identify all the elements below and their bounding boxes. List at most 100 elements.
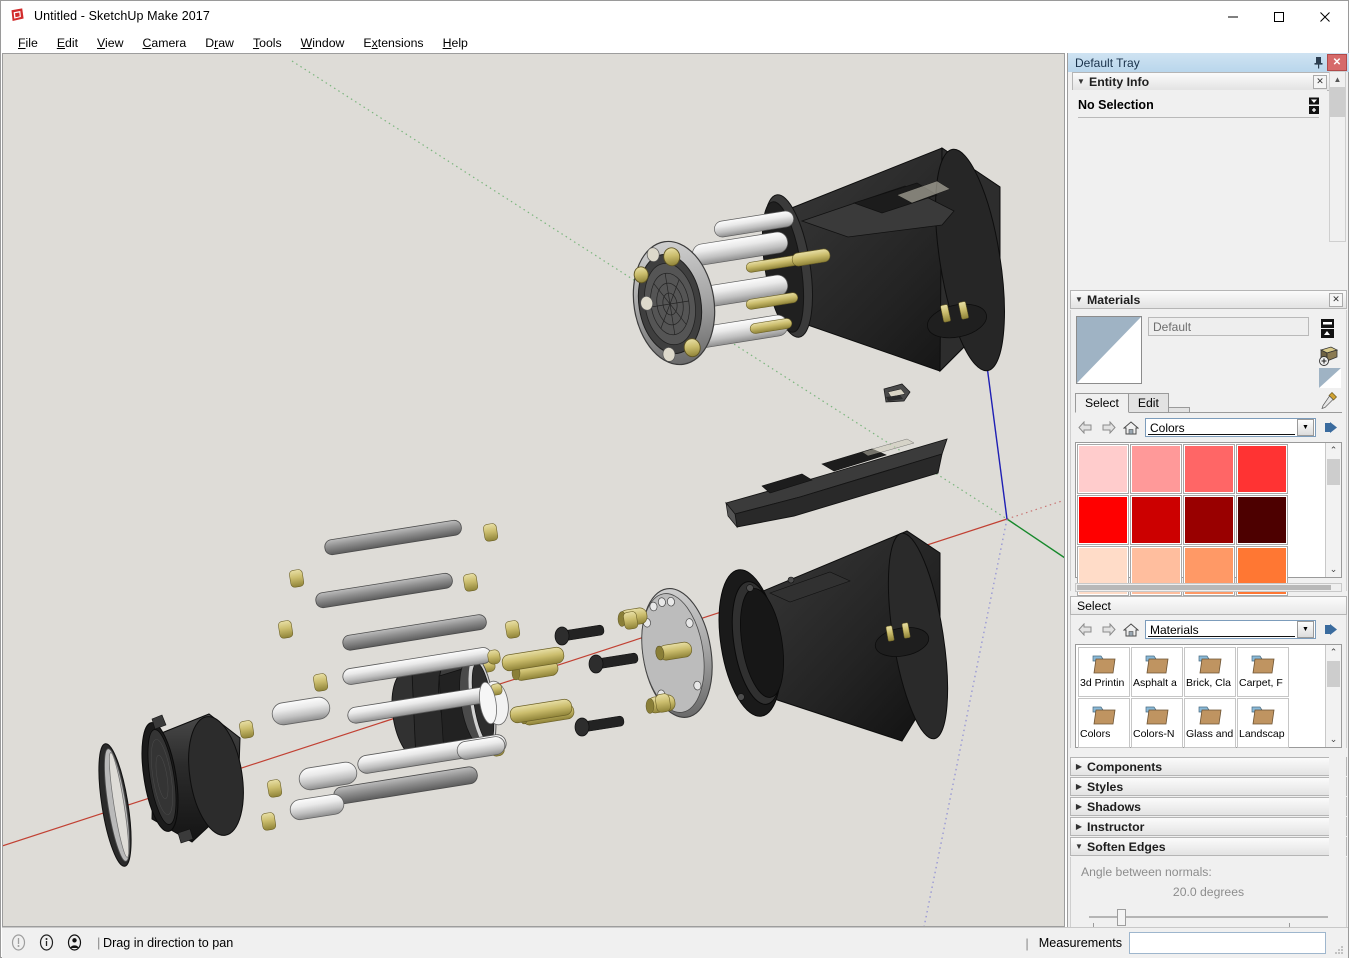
material-name-field[interactable]: Default [1148, 317, 1309, 336]
color-swatch-grid[interactable]: ⌃ ⌄ [1075, 442, 1342, 596]
select-panel-header: Select [1070, 596, 1347, 615]
panel-header-components[interactable]: ▶ Components ✕ [1070, 757, 1347, 776]
menu-tools[interactable]: Tools [244, 34, 292, 52]
folder-item[interactable]: Landscap [1237, 698, 1289, 748]
maximize-button[interactable] [1256, 1, 1302, 32]
collapse-triangle-icon[interactable]: ▼ [1073, 77, 1089, 86]
folder-label: Colors-N [1133, 728, 1175, 740]
folder-item[interactable]: Carpet, F [1237, 647, 1289, 697]
collapse-triangle-icon[interactable]: ▼ [1071, 842, 1087, 851]
chevron-down-icon[interactable]: ▼ [1297, 621, 1314, 638]
panel-title-shadows: Shadows [1087, 799, 1141, 814]
panel-header-styles[interactable]: ▶ Styles ✕ [1070, 777, 1347, 796]
menu-camera[interactable]: Camera [133, 34, 196, 52]
color-swatch[interactable] [1130, 444, 1182, 494]
default-tray: Default Tray ✕ ▼ Entity Info ✕ No Select… [1067, 53, 1349, 958]
color-swatch[interactable] [1077, 444, 1129, 494]
close-icon[interactable]: ✕ [1313, 74, 1327, 89]
back-arrow-icon[interactable] [1076, 420, 1094, 436]
home-icon[interactable] [1122, 622, 1140, 638]
chevron-down-icon[interactable]: ▼ [1297, 419, 1314, 436]
close-icon[interactable]: ✕ [1329, 292, 1343, 307]
color-swatch[interactable] [1183, 495, 1235, 545]
forward-arrow-icon[interactable] [1099, 622, 1117, 638]
color-swatch[interactable] [1130, 495, 1182, 545]
menu-draw[interactable]: Draw [196, 34, 244, 52]
home-icon[interactable] [1122, 420, 1140, 436]
material-thumbnail[interactable] [1076, 316, 1142, 384]
back-arrow-icon[interactable] [1076, 622, 1094, 638]
expand-triangle-icon[interactable]: ▶ [1071, 822, 1087, 831]
entity-info-scrollbar[interactable]: ▲ [1329, 71, 1346, 242]
panel-header-entity-info[interactable]: ▼ Entity Info ✕ [1072, 72, 1331, 91]
minimize-button[interactable] [1210, 1, 1256, 32]
close-button[interactable] [1302, 1, 1348, 32]
info-circle-icon[interactable] [38, 934, 55, 951]
scroll-down-icon[interactable]: ⌄ [1326, 732, 1341, 747]
tab-select[interactable]: Select [1075, 393, 1129, 413]
color-swatch[interactable] [1077, 495, 1129, 545]
menu-edit[interactable]: Edit [48, 34, 88, 52]
folder-item[interactable]: 3d Printin [1078, 647, 1130, 697]
panel-header-shadows[interactable]: ▶ Shadows ✕ [1070, 797, 1347, 816]
expand-triangle-icon[interactable]: ▶ [1071, 802, 1087, 811]
menu-help[interactable]: Help [434, 34, 478, 52]
expand-triangle-icon[interactable]: ▶ [1071, 782, 1087, 791]
panel-header-materials[interactable]: ▼ Materials ✕ [1070, 290, 1347, 309]
collapse-triangle-icon[interactable]: ▼ [1071, 295, 1087, 304]
display-secondary-selection-icon[interactable] [1317, 318, 1339, 340]
panel-title-components: Components [1087, 759, 1163, 774]
materials-current: Default [1071, 310, 1346, 388]
materials-panel: ▼ Materials ✕ Default Select Edit Colors… [1068, 290, 1349, 596]
folder-label: Carpet, F [1239, 677, 1283, 689]
folder-item[interactable]: Asphalt a [1131, 647, 1183, 697]
pin-icon[interactable] [1309, 54, 1327, 71]
title-bar: Untitled - SketchUp Make 2017 [1, 1, 1348, 32]
measurements-input[interactable] [1129, 932, 1326, 954]
swatch-scrollbar[interactable]: ⌃ ⌄ [1325, 443, 1341, 577]
menu-extensions[interactable]: Extensions [354, 34, 433, 52]
window-title: Untitled - SketchUp Make 2017 [34, 8, 210, 23]
folder-grid[interactable]: 3d Printin Asphalt a Brick, Cla Carpet, … [1075, 644, 1342, 748]
scrollbar-thumb[interactable] [1077, 585, 1332, 590]
color-swatch[interactable] [1236, 495, 1288, 545]
sketchup-logo-icon [9, 7, 26, 24]
color-swatch[interactable] [1183, 444, 1235, 494]
scroll-up-icon[interactable]: ⌃ [1326, 645, 1341, 660]
swatch-horizontal-scrollbar[interactable] [1075, 583, 1342, 592]
folder-item[interactable]: Brick, Cla [1184, 647, 1236, 697]
materials-library-dropdown[interactable]: Colors ▼ [1145, 418, 1316, 437]
person-circle-icon[interactable] [66, 934, 83, 951]
eyedropper-icon[interactable] [1320, 391, 1338, 410]
folder-item[interactable]: Colors-N [1131, 698, 1183, 748]
scroll-up-icon[interactable]: ⌃ [1326, 443, 1341, 458]
resize-grip-icon[interactable] [1333, 944, 1344, 955]
scrollbar-thumb[interactable] [1327, 661, 1340, 687]
folder-item[interactable]: Glass and [1184, 698, 1236, 748]
tray-close-button[interactable]: ✕ [1327, 54, 1347, 71]
scroll-down-icon[interactable]: ⌄ [1326, 562, 1341, 577]
details-arrow-icon[interactable] [1321, 419, 1341, 437]
slider-thumb[interactable] [1117, 909, 1126, 926]
menu-view[interactable]: View [88, 34, 133, 52]
tab-edit[interactable]: Edit [1127, 393, 1169, 412]
menu-file[interactable]: File [9, 34, 48, 52]
scrollbar-thumb[interactable] [1330, 87, 1345, 117]
panel-header-soften-edges[interactable]: ▼ Soften Edges ✕ [1070, 837, 1347, 856]
expand-triangle-icon[interactable]: ▶ [1071, 762, 1087, 771]
panel-header-instructor[interactable]: ▶ Instructor ✕ [1070, 817, 1347, 836]
folder-scrollbar[interactable]: ⌃ ⌄ [1325, 645, 1341, 747]
color-swatch[interactable] [1236, 444, 1288, 494]
create-material-icon[interactable] [1317, 345, 1339, 367]
scrollbar-thumb[interactable] [1327, 459, 1340, 485]
help-circle-icon[interactable] [10, 934, 27, 951]
menu-window[interactable]: Window [292, 34, 355, 52]
scroll-up-icon[interactable]: ▲ [1330, 72, 1345, 87]
folder-item[interactable]: Colors [1078, 698, 1130, 748]
select-library-dropdown[interactable]: Materials ▼ [1145, 620, 1316, 639]
drawing-viewport[interactable] [2, 53, 1065, 927]
angle-slider[interactable] [1089, 909, 1328, 929]
details-arrow-icon[interactable] [1321, 621, 1341, 639]
forward-arrow-icon[interactable] [1099, 420, 1117, 436]
entity-info-expand-icon[interactable] [1307, 97, 1321, 115]
